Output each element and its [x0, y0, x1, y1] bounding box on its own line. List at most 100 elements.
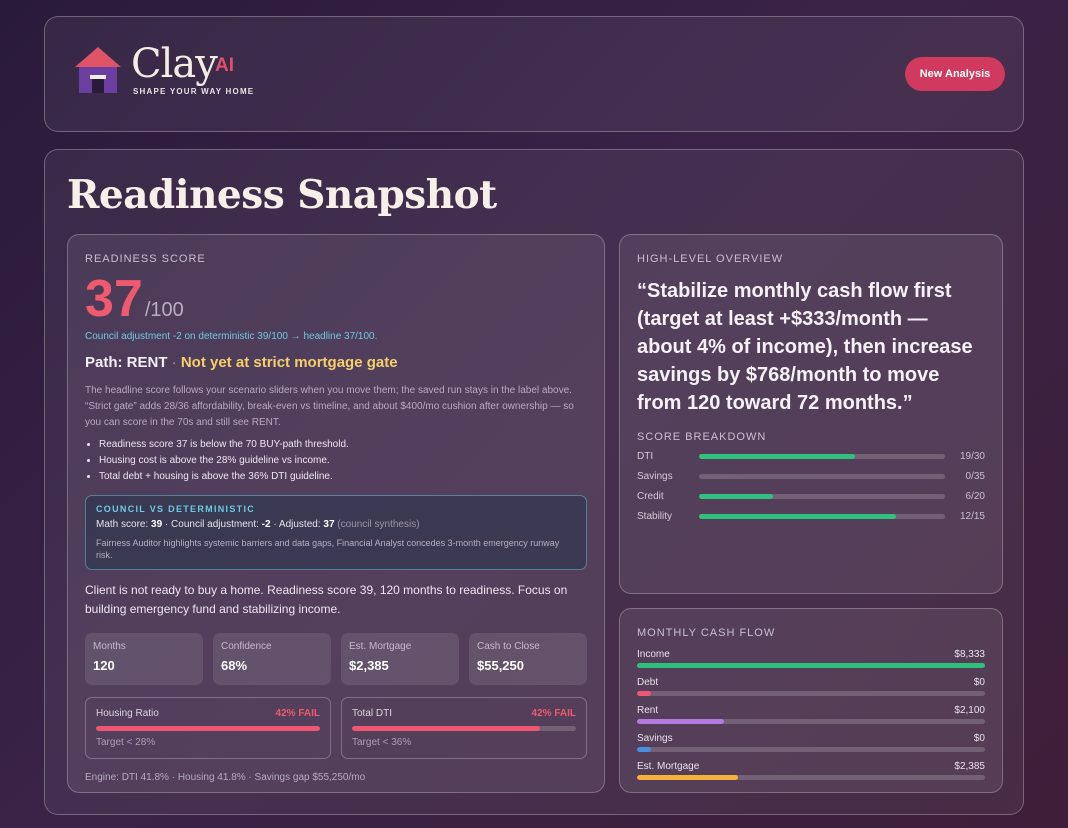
readiness-card: Readiness Score 37 /100 Council adjustme…: [67, 234, 605, 793]
stat-est-mortgage: Est. Mortgage $2,385: [341, 633, 459, 685]
cash-flow-row-savings: Savings $0: [637, 733, 985, 752]
cash-flow-track: [637, 747, 985, 752]
cash-flow-label: Debt: [637, 677, 659, 688]
breakdown-eyebrow: Score Breakdown: [637, 431, 767, 443]
overview-quote: “Stabilize monthly cash flow first (targ…: [637, 280, 973, 414]
stat-value: $55,250: [477, 658, 524, 673]
cash-flow-row-mortgage: Est. Mortgage $2,385: [637, 761, 985, 780]
cash-flow-fill: [637, 747, 651, 752]
threshold-list: Readiness score 37 is below the 70 BUY-p…: [85, 437, 587, 485]
breakdown-fill: [699, 494, 773, 499]
council-title: Council vs Deterministic: [96, 504, 256, 514]
stat-value: 120: [93, 658, 115, 673]
cash-flow-row-rent: Rent $2,100: [637, 705, 985, 724]
breakdown-value: 12/15: [959, 511, 985, 522]
breakdown-fill: [699, 454, 855, 459]
cash-flow-track: [637, 775, 985, 780]
breakdown-label: DTI: [637, 451, 654, 462]
breakdown-label: Stability: [637, 511, 673, 522]
cash-flow-value: $0: [973, 677, 985, 688]
cash-flow-fill: [637, 719, 724, 724]
ratio-label: Total DTI: [352, 708, 393, 719]
breakdown-track: [699, 454, 945, 459]
math-score-label: Math score:: [96, 519, 149, 530]
stat-confidence: Confidence 68%: [213, 633, 331, 685]
breakdown-track: [699, 514, 945, 519]
path-line: Path: RENT · Not yet at strict mortgage …: [85, 354, 587, 371]
ratio-fill: [352, 726, 541, 731]
cash-flow-label: Est. Mortgage: [637, 761, 700, 772]
council-note: (council synthesis): [337, 519, 420, 530]
cash-flow-fill: [637, 663, 985, 668]
cash-flow-value: $2,100: [954, 705, 985, 716]
engine-line: Engine: DTI 41.8% · Housing 41.8% · Savi…: [85, 772, 366, 783]
cash-flow-label: Rent: [637, 705, 659, 716]
cash-flow-value: $2,385: [954, 761, 985, 772]
total-dti-card: Total DTI 42% FAIL Target < 36%: [341, 697, 587, 759]
ratio-track: [352, 726, 576, 731]
cash-flow-row-income: Income $8,333: [637, 649, 985, 668]
overview-card: High-Level Overview “Stabilize monthly c…: [619, 234, 1003, 594]
stat-value: $2,385: [349, 658, 389, 673]
stat-months: Months 120: [85, 633, 203, 685]
breakdown-label: Savings: [637, 471, 673, 482]
readiness-score: 37: [85, 270, 143, 328]
breakdown-row-stability: Stability 12/15: [637, 511, 985, 522]
cash-flow-value: $0: [973, 733, 985, 744]
math-score-value: 39: [151, 519, 163, 530]
stats-row: Months 120 Confidence 68% Est. Mortgage …: [85, 633, 587, 685]
housing-ratio-card: Housing Ratio 42% FAIL Target < 28%: [85, 697, 331, 759]
clay-logo[interactable]: Clay AI Shape Your way Home: [73, 41, 253, 103]
new-analysis-button[interactable]: New Analysis: [905, 57, 1005, 91]
overview-eyebrow: High-Level Overview: [637, 253, 784, 265]
ratio-target: Target < 28%: [96, 737, 156, 748]
stat-value: 68%: [221, 658, 248, 673]
page-title: Readiness Snapshot: [67, 172, 497, 218]
adjusted-label: Adjusted:: [278, 519, 321, 530]
council-adj-value: -2: [261, 519, 271, 530]
breakdown-row-credit: Credit 6/20: [637, 491, 985, 502]
breakdown-value: 0/35: [965, 471, 985, 482]
ratio-target: Target < 36%: [352, 737, 412, 748]
stat-cash-to-close: Cash to Close $55,250: [469, 633, 587, 685]
cash-flow-track: [637, 691, 985, 696]
breakdown-value: 6/20: [965, 491, 985, 502]
cash-flow-label: Income: [637, 649, 670, 660]
list-item: Readiness score 37 is below the 70 BUY-p…: [99, 437, 587, 453]
council-description: Fairness Auditor highlights systemic bar…: [96, 538, 560, 560]
cash-flow-fill: [637, 691, 651, 696]
breakdown-list: DTI 19/30 Savings 0/35 Credit 6/20 Stabi…: [637, 451, 985, 522]
cash-flow-track: [637, 663, 985, 668]
cash-flow-value: $8,333: [954, 649, 985, 660]
app-header: Clay AI Shape Your way Home New Analysis: [44, 16, 1024, 132]
council-adj-label: Council adjustment:: [171, 519, 259, 530]
cash-flow-label: Savings: [637, 733, 673, 744]
council-math: Math score: 39 · Council adjustment: -2 …: [96, 519, 420, 530]
cash-flow-row-debt: Debt $0: [637, 677, 985, 696]
breakdown-track: [699, 474, 945, 479]
stat-label: Est. Mortgage: [349, 641, 412, 652]
summary-text: Client is not ready to buy a home. Readi…: [85, 583, 568, 616]
council-adjustment-line: Council adjustment -2 on deterministic 3…: [85, 331, 378, 342]
council-box: Council vs Deterministic Math score: 39 …: [85, 495, 587, 570]
stat-label: Cash to Close: [477, 641, 540, 652]
breakdown-value: 19/30: [959, 451, 985, 462]
score-description: The headline score follows your scenario…: [85, 385, 574, 428]
ratios-row: Housing Ratio 42% FAIL Target < 28% Tota…: [85, 697, 587, 759]
brand-name: Clay: [131, 41, 218, 87]
cash-flow-fill: [637, 775, 738, 780]
breakdown-track: [699, 494, 945, 499]
brand-ai: AI: [215, 55, 234, 76]
score-row: 37 /100: [85, 273, 587, 325]
breakdown-label: Credit: [637, 491, 664, 502]
breakdown-fill: [699, 514, 896, 519]
ratio-track: [96, 726, 320, 731]
cash-flow-eyebrow: Monthly Cash Flow: [637, 627, 776, 639]
readiness-eyebrow: Readiness Score: [85, 253, 206, 265]
list-item: Housing cost is above the 28% guideline …: [99, 453, 587, 469]
stat-label: Months: [93, 641, 126, 652]
stat-label: Confidence: [221, 641, 272, 652]
breakdown-row-dti: DTI 19/30: [637, 451, 985, 462]
cash-flow-list: Income $8,333 Debt $0 Rent $2,100 Savings $0…: [637, 649, 985, 780]
breakdown-row-savings: Savings 0/35: [637, 471, 985, 482]
